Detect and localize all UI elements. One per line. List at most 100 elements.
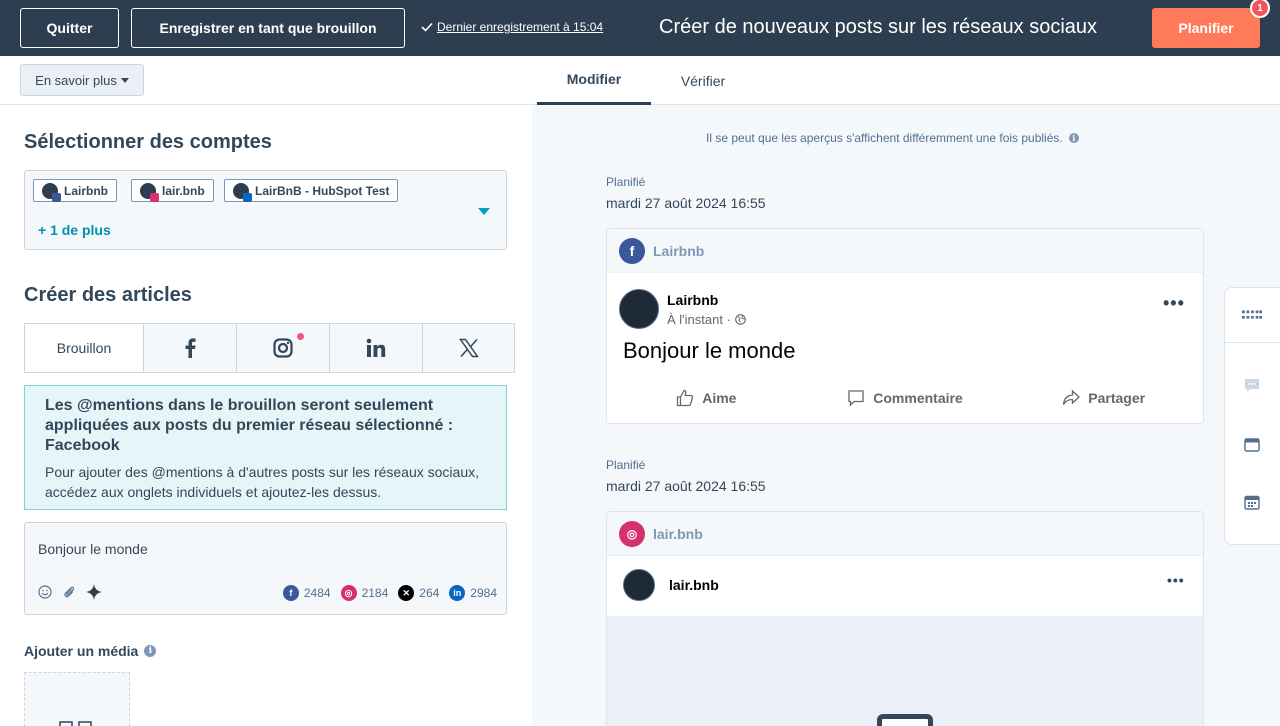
facebook-icon — [52, 192, 61, 202]
avatar — [140, 182, 159, 202]
mentions-alert: Les @mentions dans le brouillon seront s… — [24, 385, 507, 510]
page-title: Créer de nouveaux posts sur les réseaux … — [659, 16, 1098, 38]
post-date: mardi 27 août 2024 16:55 — [606, 478, 766, 494]
card-header: f Lairbnb — [607, 229, 1203, 273]
post-author: lair.bnb — [669, 577, 719, 593]
accounts-selector[interactable]: Lairbnb lair.bnb LairBnB - HubSpot Test … — [24, 170, 507, 250]
quit-button[interactable]: Quitter — [20, 8, 119, 48]
image-icon — [59, 721, 92, 726]
share-button[interactable]: Partager — [1004, 389, 1203, 407]
tab-instagram[interactable] — [236, 324, 329, 372]
like-button[interactable]: Aime — [607, 389, 806, 407]
linkedin-icon: in — [449, 585, 466, 601]
tab-verify[interactable]: Vérifier — [660, 56, 746, 105]
select-accounts-heading: Sélectionner des comptes — [24, 131, 272, 153]
calendar-icon[interactable] — [1242, 492, 1262, 512]
post-status: Planifié — [606, 458, 646, 472]
comment-button[interactable]: Commentaire — [806, 389, 1005, 407]
facebook-count: f 2484 — [282, 585, 331, 601]
top-bar: Quitter Enregistrer en tant que brouillo… — [0, 0, 1280, 56]
linkedin-count: in 2984 — [449, 585, 497, 601]
preview-panel: Il se peut que les aperçus s'affichent d… — [532, 105, 1280, 726]
tab-draft[interactable]: Brouillon — [25, 324, 143, 372]
card-header: ◎ lair.bnb — [607, 512, 1203, 556]
apps-grid-icon[interactable] — [1242, 305, 1262, 325]
info-icon[interactable]: i — [144, 645, 157, 657]
account-chip-lair-bnb[interactable]: lair.bnb — [131, 179, 214, 202]
tabs-row: En savoir plus Modifier Vérifier — [0, 56, 1280, 105]
comment-label: Commentaire — [873, 390, 963, 406]
instagram-icon: ◎ — [619, 520, 645, 547]
alert-title: Les @mentions dans le brouillon seront s… — [45, 397, 454, 454]
image-placeholder-icon — [877, 714, 933, 726]
caret-down-icon[interactable] — [478, 208, 490, 215]
comment-icon — [848, 390, 864, 407]
caret-down-icon — [120, 77, 129, 83]
avatar — [619, 289, 659, 329]
post-time: À l'instant · — [667, 312, 731, 327]
card-account-name: lair.bnb — [653, 525, 703, 542]
ai-sparkle-icon[interactable] — [86, 584, 102, 600]
side-toolbar — [1224, 287, 1280, 545]
account-chip-hubspot-test[interactable]: LairBnB - HubSpot Test — [224, 179, 399, 202]
x-count: ✕ 264 — [398, 585, 439, 601]
more-accounts-link[interactable]: + 1 de plus — [38, 222, 111, 238]
post-actions: Aime Commentaire Partager — [607, 389, 1203, 407]
more-options-icon[interactable]: ••• — [1167, 572, 1185, 588]
share-label: Partager — [1088, 390, 1146, 406]
add-media-label: Ajouter un média i — [24, 643, 157, 659]
post-text: Bonjour le monde — [623, 338, 796, 363]
check-icon — [421, 22, 433, 32]
like-label: Aime — [702, 390, 737, 406]
account-chip-lairbnb[interactable]: Lairbnb — [33, 179, 117, 202]
last-save-link[interactable]: Dernier enregistrement à 15:04 — [421, 20, 603, 34]
emoji-icon[interactable] — [38, 585, 52, 599]
thumbs-up-icon — [677, 389, 694, 407]
alert-body: Pour ajouter des @mentions à d'autres po… — [45, 464, 479, 500]
browser-window-icon[interactable] — [1242, 435, 1262, 455]
preview-note-text: Il se peut que les aperçus s'affichent d… — [706, 131, 1063, 145]
post-media-placeholder — [607, 616, 1203, 726]
card-account-name: Lairbnb — [653, 242, 705, 259]
info-icon[interactable]: i — [1068, 133, 1079, 143]
learn-more-label: En savoir plus — [35, 72, 117, 88]
composer-text[interactable]: Bonjour le monde — [38, 541, 148, 557]
instagram-preview-card: ◎ lair.bnb lair.bnb ••• — [606, 511, 1204, 726]
globe-icon — [735, 314, 746, 325]
add-media-text: Ajouter un média — [24, 643, 139, 659]
save-draft-button[interactable]: Enregistrer en tant que brouillon — [131, 8, 405, 48]
chat-icon[interactable] — [1242, 376, 1262, 396]
composer-toolbar — [38, 584, 102, 600]
media-dropzone[interactable] — [24, 672, 130, 726]
preview-note: Il se peut que les aperçus s'affichent d… — [706, 131, 1079, 145]
last-save-text: Dernier enregistrement à 15:04 — [437, 20, 604, 34]
character-counts: f 2484 ◎ 2184 ✕ 264 in 2984 — [282, 585, 497, 601]
x-count-value: 264 — [419, 586, 440, 600]
linkedin-icon — [366, 338, 386, 357]
instagram-icon — [150, 192, 159, 202]
account-chip-label: lair.bnb — [162, 183, 205, 198]
facebook-icon — [185, 338, 196, 358]
account-chip-label: Lairbnb — [64, 183, 108, 198]
unread-dot — [297, 333, 304, 340]
x-icon: ✕ — [398, 585, 415, 601]
more-options-icon[interactable]: ••• — [1163, 293, 1185, 314]
tab-x[interactable] — [422, 324, 514, 372]
post-composer[interactable]: Bonjour le monde f 2484 ◎ 2184 ✕ 264 in 2984 — [24, 522, 507, 615]
facebook-icon: f — [619, 237, 645, 264]
instagram-count: ◎ 2184 — [340, 585, 389, 601]
linkedin-icon — [243, 192, 252, 202]
tab-facebook[interactable] — [143, 324, 236, 372]
network-tabs: Brouillon — [24, 323, 515, 373]
attachment-icon[interactable] — [62, 585, 76, 599]
instagram-icon: ◎ — [340, 585, 357, 601]
facebook-preview-card: f Lairbnb Lairbnb À l'instant · ••• Bonj… — [606, 228, 1204, 424]
divider — [1225, 342, 1280, 343]
schedule-button[interactable]: Planifier — [1152, 8, 1260, 48]
instagram-count-value: 2184 — [361, 586, 389, 600]
tab-edit[interactable]: Modifier — [537, 56, 651, 105]
editor-panel: Sélectionner des comptes Lairbnb lair.bn… — [0, 105, 532, 726]
learn-more-dropdown[interactable]: En savoir plus — [20, 64, 144, 96]
account-chip-label: LairBnB - HubSpot Test — [255, 183, 390, 198]
tab-linkedin[interactable] — [329, 324, 422, 372]
